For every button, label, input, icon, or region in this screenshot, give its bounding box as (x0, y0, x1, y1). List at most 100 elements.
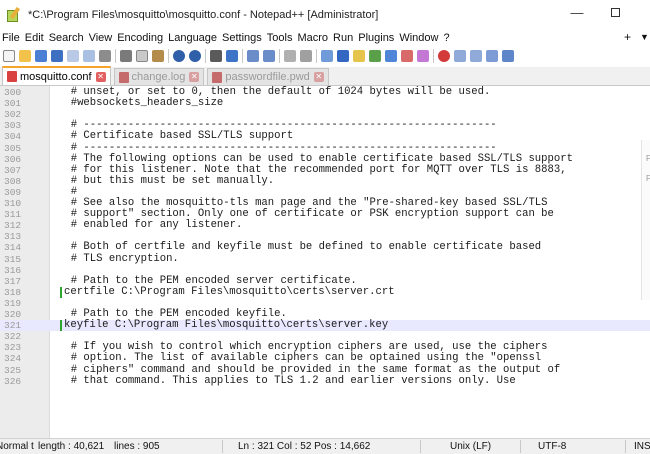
menu-bar: File Edit Search View Encoding Language … (0, 30, 650, 45)
stop-macro-icon[interactable] (454, 50, 466, 62)
line-text: # enabled for any listener. (58, 219, 243, 232)
indent-guide-icon[interactable] (353, 50, 365, 62)
line-number: 305 (4, 142, 22, 154)
menu-file[interactable]: File (2, 32, 20, 44)
toolbar-separator (242, 49, 243, 63)
monitor-icon[interactable] (417, 50, 429, 62)
redo-icon[interactable] (189, 50, 201, 62)
status-divider (222, 440, 223, 453)
toolbar-separator (115, 49, 116, 63)
status-encoding[interactable]: UTF-8 (538, 441, 566, 452)
cut-icon[interactable] (120, 50, 132, 62)
code-line[interactable]: 321 keyfile C:\Program Files\mosquitto\ce… (0, 319, 650, 332)
code-line[interactable]: 301 #websockets_headers_size (0, 97, 650, 109)
code-line[interactable]: 315 # TLS encryption. (0, 253, 650, 265)
function-list-icon[interactable] (385, 50, 397, 62)
minimize-button[interactable]: — (570, 6, 584, 20)
menu-tools[interactable]: Tools (267, 32, 293, 44)
menu-edit[interactable]: Edit (25, 32, 44, 44)
line-number: 300 (4, 87, 22, 98)
close-all-icon[interactable] (83, 50, 95, 62)
line-number: 313 (4, 231, 22, 243)
notepad-plus-plus-icon (6, 6, 22, 23)
menu-macro[interactable]: Macro (297, 32, 328, 44)
close-icon[interactable]: ✕ (95, 71, 106, 82)
zoom-out-icon[interactable] (263, 50, 275, 62)
tab-label: change.log (131, 71, 186, 83)
paste-icon[interactable] (152, 50, 164, 62)
close-icon[interactable] (67, 50, 79, 62)
line-number: 317 (4, 275, 22, 287)
code-line[interactable]: 305 # ----------------------------------… (0, 142, 650, 154)
tab-mosquitto-conf[interactable]: mosquitto.conf ✕ (2, 66, 111, 85)
record-macro-icon[interactable] (438, 50, 450, 62)
toolbar-separator (433, 49, 434, 63)
maximize-button[interactable] (608, 6, 622, 20)
code-line[interactable]: 314 # Both of certfile and keyfile must … (0, 242, 650, 254)
status-length: length : 40,621 (38, 441, 105, 452)
code-line[interactable]: 312 # enabled for any listener. (0, 219, 650, 232)
line-text: # that command. This applies to TLS 1.2 … (58, 374, 516, 387)
line-text: keyfile C:\Program Files\mosquitto\certs… (64, 319, 389, 332)
status-insert-mode[interactable]: INS (634, 441, 650, 452)
code-line[interactable]: 326 # that command. This applies to TLS … (0, 374, 650, 387)
zoom-in-icon[interactable] (247, 50, 259, 62)
save-icon[interactable] (35, 50, 47, 62)
menu-window[interactable]: Window (399, 32, 438, 44)
line-text: certfile C:\Program Files\mosquitto\cert… (64, 285, 395, 298)
side-panel-label: F (646, 174, 650, 183)
code-line[interactable]: 318 certfile C:\Program Files\mosquitto\c… (0, 285, 650, 298)
line-number: 310 (4, 198, 22, 209)
save-all-icon[interactable] (51, 50, 63, 62)
close-icon[interactable]: ✕ (189, 72, 200, 82)
sync-vertical-icon[interactable] (284, 50, 296, 62)
find-icon[interactable] (210, 50, 222, 62)
tab-change-log[interactable]: change.log ✕ (113, 68, 205, 85)
status-eol[interactable]: Unix (LF) (450, 441, 491, 452)
doc-map-icon[interactable] (369, 50, 381, 62)
undo-icon[interactable] (173, 50, 185, 62)
side-panel-label: F (646, 154, 650, 163)
copy-icon[interactable] (136, 50, 148, 62)
tab-label: mosquitto.conf (20, 70, 92, 83)
menu-settings[interactable]: Settings (222, 32, 262, 44)
show-all-chars-icon[interactable] (337, 50, 349, 62)
line-number: 318 (4, 286, 22, 298)
menu-language[interactable]: Language (168, 32, 217, 44)
print-icon[interactable] (99, 50, 111, 62)
new-file-icon[interactable] (3, 50, 15, 62)
line-number: 319 (4, 297, 22, 309)
menu-help[interactable]: ? (443, 32, 449, 44)
menu-plugins[interactable]: Plugins (358, 32, 394, 44)
menu-search[interactable]: Search (49, 32, 84, 44)
menu-run[interactable]: Run (333, 32, 353, 44)
code-line[interactable]: 308 # but this must be set manually. (0, 175, 650, 187)
line-number: 302 (4, 109, 22, 121)
word-wrap-icon[interactable] (321, 50, 333, 62)
menu-encoding[interactable]: Encoding (117, 32, 163, 44)
tab-list-dropdown[interactable]: ▼ (640, 30, 649, 45)
play-macro-icon[interactable] (470, 50, 482, 62)
close-icon[interactable]: ✕ (313, 72, 324, 82)
save-macro-icon[interactable] (502, 50, 514, 62)
status-divider (520, 440, 521, 453)
code-line[interactable]: 325 # ciphers" command and should be pro… (0, 364, 650, 376)
replace-icon[interactable] (226, 50, 238, 62)
sync-horizontal-icon[interactable] (300, 50, 312, 62)
toolbar-separator (279, 49, 280, 63)
window-title: *C:\Program Files\mosquitto\mosquitto.co… (28, 9, 379, 21)
status-position: Ln : 321 Col : 52 Pos : 14,662 (238, 441, 371, 452)
tab-passwordfile-pwd[interactable]: passwordfile.pwd ✕ (207, 68, 329, 85)
text-editor[interactable]: 300 # unset, or set to 0, then the defau… (0, 86, 650, 438)
open-file-icon[interactable] (19, 50, 31, 62)
code-line[interactable]: 304 # Certificate based SSL/TLS support (0, 131, 650, 143)
line-number: 326 (4, 375, 22, 387)
line-number: 325 (4, 364, 22, 376)
add-tab-button[interactable]: + (624, 30, 631, 45)
menu-view[interactable]: View (89, 32, 113, 44)
run-macro-multiple-icon[interactable] (486, 50, 498, 62)
folder-workspace-icon[interactable] (401, 50, 413, 62)
file-icon (212, 71, 223, 83)
status-bar: Normal t length : 40,621 lines : 905 Ln … (0, 438, 650, 454)
code-line[interactable]: 324 # option. The list of available ciph… (0, 353, 650, 365)
